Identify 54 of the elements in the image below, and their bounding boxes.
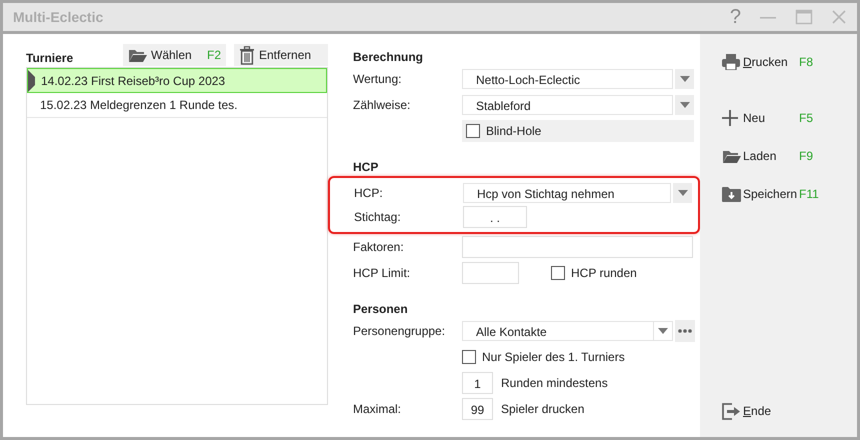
caret-icon: [680, 76, 690, 82]
section-heading: Personen: [353, 301, 409, 318]
trash-icon: [239, 46, 255, 64]
exit-button[interactable]: Ende: [700, 399, 857, 423]
field-label: Wertung:: [353, 72, 402, 86]
field-label: Stichtag:: [354, 210, 401, 224]
select-button[interactable]: Wählen F2: [123, 44, 226, 66]
field-label: Maximal:: [353, 402, 402, 416]
field-label: HCP Limit:: [353, 266, 410, 280]
action-button[interactable]: Neu F5: [700, 106, 857, 130]
caret-icon: [658, 328, 668, 334]
field-suffix: Runden mindestens: [501, 376, 608, 390]
action-button[interactable]: Drucken F8: [700, 50, 857, 74]
dropdown-button[interactable]: [675, 69, 694, 89]
tournament-row[interactable]: 15.02.23 Meldegrenzen 1 Runde tes.: [27, 93, 327, 118]
checkbox[interactable]: Blind-Hole: [466, 124, 542, 138]
number-field[interactable]: 1: [462, 372, 493, 394]
section-heading: Berechnung: [353, 49, 424, 66]
number-field[interactable]: 99: [462, 398, 493, 420]
checkbox[interactable]: Nur Spieler des 1. Turniers: [462, 350, 625, 364]
input-field[interactable]: [462, 262, 519, 284]
remove-button[interactable]: Entfernen: [234, 44, 328, 66]
tournament-row[interactable]: 14.02.23 First Reiseb³ro Cup 2023: [27, 68, 327, 93]
action-button[interactable]: Laden F9: [700, 144, 857, 168]
window-title: Multi-Eclectic: [13, 9, 104, 25]
tournaments-heading: Turniere: [26, 50, 74, 65]
field-label: Personengruppe:: [353, 324, 446, 338]
dropdown-button[interactable]: [673, 183, 692, 203]
section-heading: HCP: [353, 159, 380, 176]
folder-icon: [128, 48, 147, 62]
download-folder-icon: [722, 186, 741, 202]
dropdown-field[interactable]: Stableford: [462, 95, 673, 115]
caret-icon: [678, 190, 688, 196]
row-pointer-icon: [28, 70, 35, 92]
caret-icon: [680, 102, 690, 108]
dropdown-button[interactable]: [675, 95, 694, 115]
action-button[interactable]: Speichern F11: [700, 182, 857, 206]
field-label: Zählweise:: [353, 98, 410, 112]
more-button[interactable]: [675, 320, 695, 342]
dropdown-field[interactable]: Alle Kontakte: [462, 321, 654, 341]
input-field[interactable]: [462, 236, 693, 258]
exit-icon: [722, 402, 740, 420]
checkbox[interactable]: HCP runden: [551, 266, 637, 280]
dropdown-field[interactable]: Hcp von Stichtag nehmen: [463, 183, 672, 203]
folder-icon: [722, 148, 741, 164]
date-field[interactable]: . .: [463, 206, 527, 228]
dropdown-button[interactable]: [654, 321, 673, 341]
field-label: Faktoren:: [353, 240, 404, 254]
printer-icon: [722, 54, 740, 70]
field-suffix: Spieler drucken: [501, 402, 584, 416]
plus-icon: [722, 110, 738, 126]
more-icon: [678, 329, 692, 333]
dropdown-field[interactable]: Netto-Loch-Eclectic: [462, 69, 673, 89]
field-label: HCP:: [354, 186, 383, 200]
